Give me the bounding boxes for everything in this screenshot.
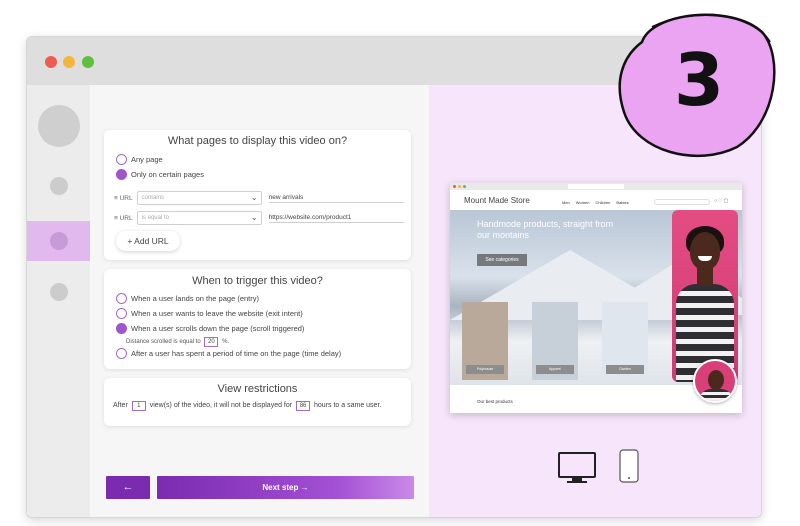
product-tile: Apparel [532,302,578,380]
radio-button-selected[interactable] [116,323,127,334]
card-title: View restrictions [217,383,298,395]
video-bubble [693,359,737,403]
mock-dot [463,185,466,188]
hero-text: Handmode products, straight from our mon… [477,219,614,240]
desktop-icon[interactable] [557,451,597,485]
store-name: Mount Made Store [464,196,530,205]
card-title: What pages to display this video on? [167,135,348,147]
radio-label: When a user scrolls down the page (scrol… [131,324,305,333]
condition-select[interactable]: contains ⌄ [136,191,262,205]
maximize-window-button[interactable] [82,56,94,68]
mock-cart-icons: ○♡▢ [714,198,730,204]
mock-store-nav: Mount Made Store Men Women Children Babies … [450,190,742,210]
radio-time-delay[interactable]: After a user has spent a period of time … [116,348,341,359]
scroll-distance-note: Distance scrolled is equal to 20 %. [126,337,230,347]
mock-dot [458,185,461,188]
website-preview: Mount Made Store Men Women Children Babies … [450,183,742,413]
radio-certain-pages[interactable]: Only on certain pages [116,169,204,180]
product-label: Polyhouse [466,365,504,374]
radio-label: After a user has spent a period of time … [131,349,342,358]
url-label: ≡ URL [114,214,133,222]
card-title: When to trigger this video? [192,275,323,287]
chevron-down-icon: ⌄ [250,213,258,222]
display-pages-card: What pages to display this video on? Any… [104,130,411,260]
radio-entry[interactable]: When a user lands on the page (entry) [116,293,259,304]
view-restrictions-card: View restrictions After 1 view(s) of the… [104,378,411,426]
bubble-person-face [708,370,724,390]
next-step-button[interactable]: Next step → [157,476,414,499]
mock-url-bar [568,184,624,189]
sidebar-item-2 [50,232,68,250]
settings-panel: What pages to display this video on? Any… [90,85,429,517]
step-badge: 3 [618,13,776,158]
chevron-down-icon: ⌄ [250,193,258,202]
trigger-card: When to trigger this video? When a user … [104,269,411,369]
mock-dot [453,185,456,188]
radio-label: When a user wants to leave the website (… [131,309,303,318]
radio-exit-intent[interactable]: When a user wants to leave the website (… [116,308,303,319]
sidebar-item-active[interactable] [27,221,90,261]
condition-select[interactable]: is equal to ⌄ [136,211,262,225]
see-categories-button: See categories [477,254,527,266]
hours-input[interactable]: 86 [296,401,311,411]
radio-label: Any page [131,155,163,164]
product-tile: Polyhouse [462,302,508,380]
back-button[interactable]: ← [106,476,150,499]
best-products-heading: Our best products [477,399,513,404]
views-input[interactable]: 1 [131,401,146,411]
bubble-person-shirt [699,389,733,401]
mobile-icon[interactable] [618,449,640,483]
video-popup [672,210,738,382]
url-value-input[interactable]: new arrivals [268,194,404,203]
radio-button[interactable] [116,348,127,359]
close-window-button[interactable] [45,56,57,68]
scroll-distance-input[interactable]: 20 [204,337,219,347]
add-url-button[interactable]: + Add URL [116,231,180,251]
video-person-neck [697,268,713,286]
url-rule-row: ≡ URL contains ⌄ new arrivals [114,191,404,205]
radio-button[interactable] [116,293,127,304]
radio-button-selected[interactable] [116,169,127,180]
mock-search-input [654,199,710,205]
radio-label: Only on certain pages [131,170,204,179]
minimize-window-button[interactable] [63,56,75,68]
sidebar-item-3[interactable] [50,283,68,301]
radio-button[interactable] [116,308,127,319]
sidebar-item-1[interactable] [50,177,68,195]
restriction-text: After 1 view(s) of the video, it will no… [113,401,382,411]
step-number: 3 [674,38,724,122]
product-label: Garden [606,365,644,374]
url-label: ≡ URL [114,194,133,202]
radio-any-page[interactable]: Any page [116,154,163,165]
radio-label: When a user lands on the page (entry) [131,294,259,303]
sidebar [27,85,90,517]
store-nav-items: Men Women Children Babies [562,200,629,205]
radio-button[interactable] [116,154,127,165]
avatar[interactable] [38,105,80,147]
url-value-input[interactable]: https://website.com/product1 [268,214,404,223]
product-label: Apparel [536,365,574,374]
video-person-face [690,232,720,270]
url-rule-row: ≡ URL is equal to ⌄ https://website.com/… [114,211,404,225]
radio-scroll-triggered[interactable]: When a user scrolls down the page (scrol… [116,323,304,334]
product-tile: Garden [602,302,648,380]
mock-browser-bar [450,183,742,190]
